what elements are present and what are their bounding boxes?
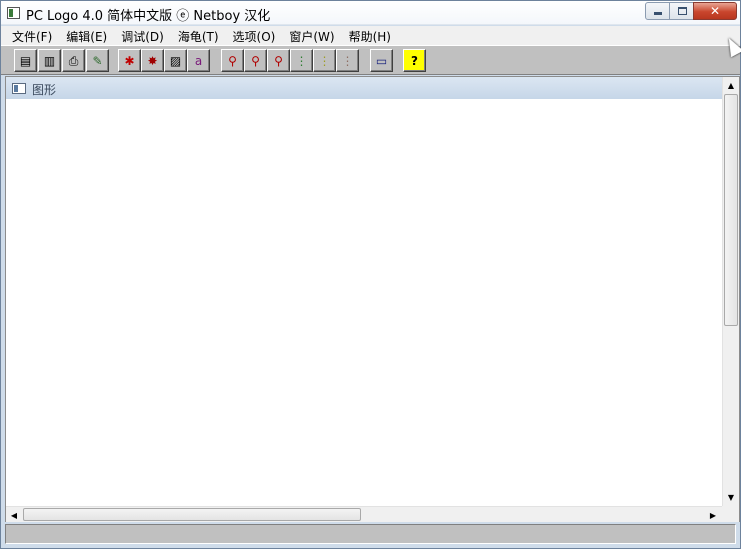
scroll-left-button[interactable]: ◀ (6, 507, 22, 523)
toolbar-button-turtle-red[interactable]: ✱ (118, 49, 141, 72)
menu-file[interactable]: 文件(F) (5, 26, 59, 45)
scrollbar-corner (722, 506, 739, 522)
horizontal-scrollbar[interactable]: ◀ ▶ (6, 506, 722, 522)
traffic-light-stop-icon: ⋮ (341, 53, 354, 68)
open-icon: ▤ (19, 53, 32, 68)
edit-icon: ✎ (92, 53, 103, 68)
turtle-icon: ✸ (147, 53, 158, 68)
traffic-light-go-icon: ⋮ (295, 53, 308, 68)
app-window: PC Logo 4.0 简体中文版 ⓔ Netboy 汉化 ✕ 文件(F) 编辑… (0, 0, 741, 549)
toolbar-button-turtle[interactable]: ✸ (141, 49, 164, 72)
maximize-button[interactable] (669, 2, 694, 20)
drawing-canvas[interactable] (6, 99, 722, 506)
menu-bar: 文件(F) 编辑(E) 调试(D) 海龟(T) 选项(O) 窗户(W) 帮助(H… (1, 26, 740, 45)
menu-window[interactable]: 窗户(W) (282, 26, 341, 45)
graphics-window-icon[interactable] (12, 83, 26, 94)
toolbar: ▤ ▥ ⎙ ✎ ✱ ✸ ▨ a ⚲ ⚲ ⚲ ⋮ ⋮ ⋮ ▭ ? (1, 45, 740, 75)
minimize-icon (654, 12, 662, 15)
zoom-in-icon: ⚲ (228, 53, 237, 68)
turtle-red-icon: ✱ (124, 53, 135, 68)
text-icon: a (194, 53, 203, 68)
menu-turtle[interactable]: 海龟(T) (171, 26, 226, 45)
traffic-light-step-icon: ⋮ (318, 53, 331, 68)
toolbar-button-run[interactable]: ⋮ (290, 49, 313, 72)
toolbar-button-zoom[interactable]: ⚲ (244, 49, 267, 72)
menu-options[interactable]: 选项(O) (226, 26, 283, 45)
toolbar-button-step[interactable]: ⋮ (313, 49, 336, 72)
toolbar-button-open[interactable]: ▤ (14, 49, 37, 72)
close-button[interactable]: ✕ (693, 2, 737, 20)
scroll-up-button[interactable]: ▲ (723, 77, 739, 93)
toolbar-button-screen[interactable]: ▭ (370, 49, 393, 72)
graphics-window-title-bar[interactable]: 图形 (6, 77, 722, 99)
graphics-window-title: 图形 (32, 83, 57, 97)
minimize-button[interactable] (645, 2, 670, 20)
screen-icon: ▭ (375, 53, 388, 68)
vertical-scroll-thumb[interactable] (724, 94, 738, 326)
title-bar[interactable]: PC Logo 4.0 简体中文版 ⓔ Netboy 汉化 ✕ (1, 1, 740, 25)
arrow-left-icon: ◀ (10, 510, 18, 520)
toolbar-button-text[interactable]: a (187, 49, 210, 72)
caption-buttons: ✕ (645, 2, 737, 20)
print-icon: ⎙ (68, 53, 79, 68)
toolbar-button-stop[interactable]: ⋮ (336, 49, 359, 72)
toolbar-button-help[interactable]: ? (403, 49, 426, 72)
graphics-window: 图形 ▲ ▼ ◀ ▶ (5, 76, 740, 522)
maximize-icon (678, 7, 687, 15)
toolbar-button-load[interactable]: ▥ (38, 49, 61, 72)
zoom-icon: ⚲ (251, 53, 260, 68)
arrow-up-icon: ▲ (727, 80, 735, 90)
toolbar-button-zoom-out[interactable]: ⚲ (267, 49, 290, 72)
scroll-right-button[interactable]: ▶ (705, 507, 721, 523)
pattern-icon: ▨ (169, 53, 182, 68)
toolbar-button-pattern[interactable]: ▨ (164, 49, 187, 72)
window-title: PC Logo 4.0 简体中文版 ⓔ Netboy 汉化 (26, 9, 271, 24)
load-icon: ▥ (43, 53, 56, 68)
status-bar (5, 524, 736, 544)
toolbar-button-print[interactable]: ⎙ (62, 49, 85, 72)
horizontal-scroll-thumb[interactable] (23, 508, 361, 521)
menu-help[interactable]: 帮助(H) (342, 26, 398, 45)
arrow-right-icon: ▶ (709, 510, 717, 520)
arrow-down-icon: ▼ (727, 492, 735, 502)
toolbar-button-zoom-in[interactable]: ⚲ (221, 49, 244, 72)
toolbar-button-edit[interactable]: ✎ (86, 49, 109, 72)
app-icon[interactable] (7, 7, 20, 19)
menu-debug[interactable]: 调试(D) (114, 26, 171, 45)
vertical-scrollbar[interactable]: ▲ ▼ (722, 77, 739, 506)
close-icon: ✕ (709, 4, 721, 18)
menu-edit[interactable]: 编辑(E) (59, 26, 114, 45)
help-icon: ? (411, 53, 418, 68)
zoom-out-icon: ⚲ (274, 53, 283, 68)
scroll-down-button[interactable]: ▼ (723, 489, 739, 505)
